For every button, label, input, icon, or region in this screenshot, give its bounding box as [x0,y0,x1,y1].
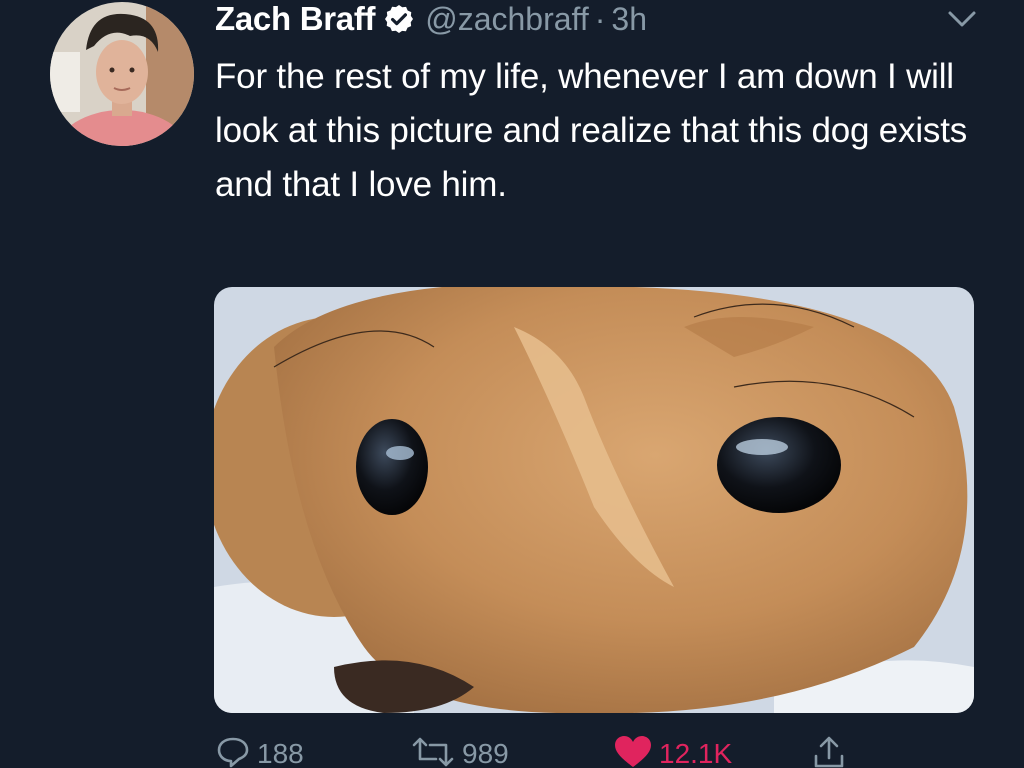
tweet-header: Zach Braff @zachbraff · 3h [215,0,647,44]
share-icon [811,734,847,768]
like-button[interactable]: 12.1K [613,734,732,768]
reply-button[interactable]: 188 [215,734,304,768]
tweet-text: For the rest of my life, whenever I am d… [215,57,968,204]
reply-count: 188 [257,738,304,768]
author-handle[interactable]: @zachbraff [425,1,589,38]
retweet-icon [410,735,456,768]
retweet-count: 989 [462,738,509,768]
tweet-photo[interactable] [214,287,974,713]
timestamp[interactable]: 3h [611,1,647,38]
tweet-actions: 188 989 12.1K [215,734,975,768]
author-name[interactable]: Zach Braff [215,0,376,38]
comment-icon [215,735,251,768]
chevron-down-icon[interactable] [944,4,980,34]
like-count: 12.1K [659,738,733,768]
retweet-button[interactable]: 989 [410,734,509,768]
avatar[interactable] [50,2,194,146]
tweet[interactable]: Zach Braff @zachbraff · 3h For the rest … [0,0,1024,768]
heart-icon [613,734,653,768]
verified-badge-icon [383,3,415,35]
share-button[interactable] [811,734,847,768]
separator-dot: · [594,0,606,37]
